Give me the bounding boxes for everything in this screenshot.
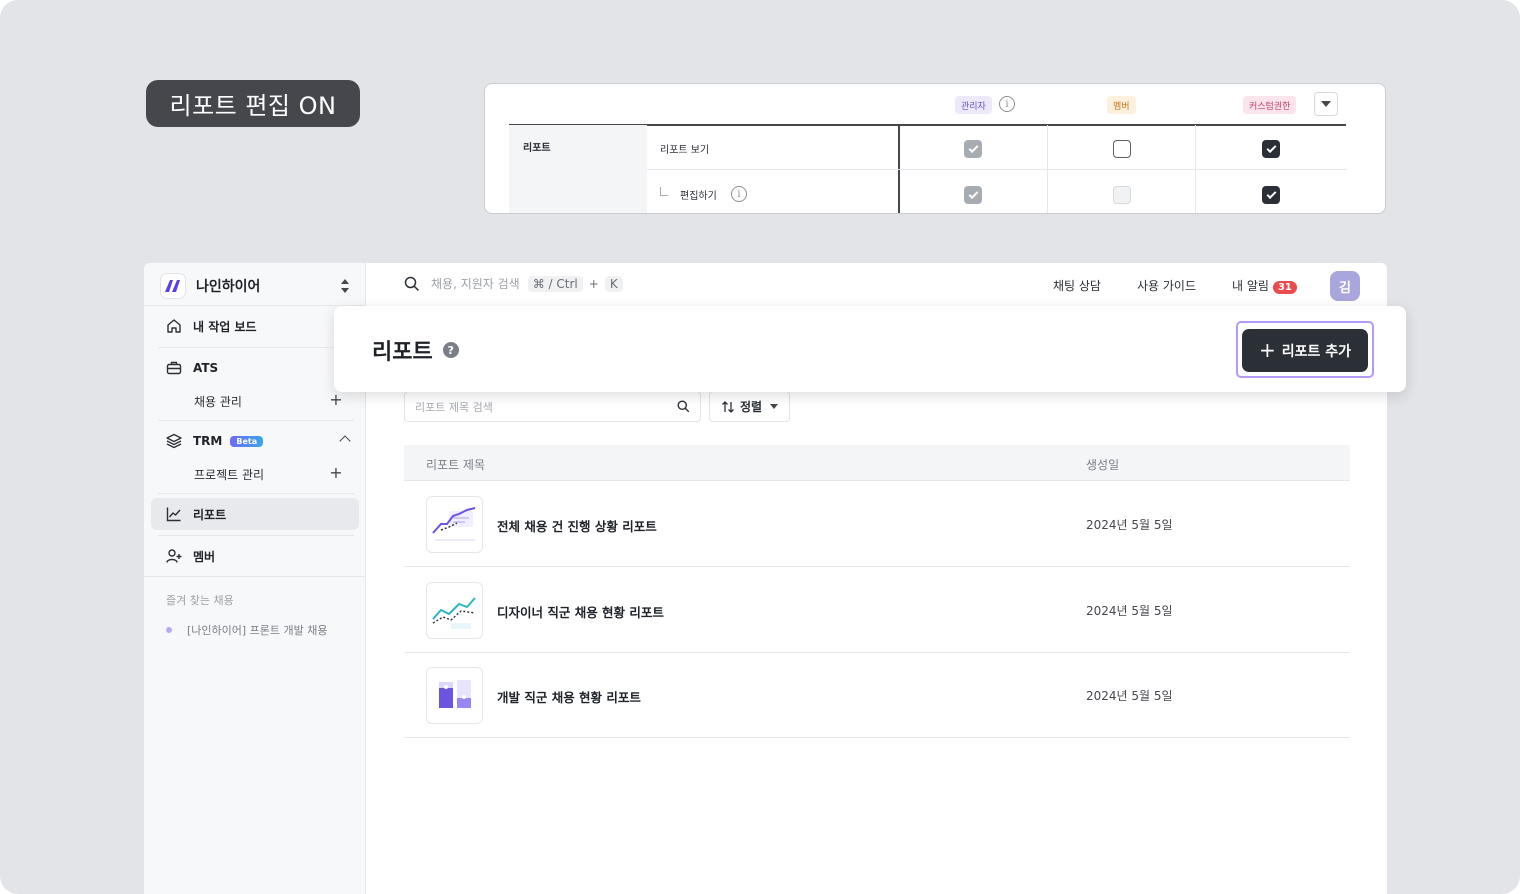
role-admin-chip: 관리자 (955, 96, 992, 114)
check-icon (968, 142, 978, 153)
permission-label: 리포트 보기 (660, 145, 710, 156)
report-title: 개발 직군 채용 현황 리포트 (497, 690, 641, 705)
workspace-name: 나인하이어 (196, 279, 261, 295)
admin-view-checkbox (964, 140, 982, 158)
search-placeholder: 채용, 지원자 검색 (431, 277, 520, 291)
permission-panel: 관리자 i 멤버 커스텀권한 리포트 리포트 보기 편집하기 i (484, 83, 1386, 214)
column-header-date[interactable]: 생성일 (1086, 456, 1119, 473)
report-date: 2024년 5월 5일 (1086, 604, 1173, 618)
layers-icon (165, 432, 183, 450)
sub-indent-icon (660, 187, 668, 196)
member-view-checkbox[interactable] (1113, 140, 1131, 158)
help-icon[interactable]: ? (442, 342, 459, 358)
table-header: 리포트 제목 생성일 (404, 445, 1350, 481)
briefcase-icon (165, 359, 183, 377)
permission-label: 편집하기 (680, 191, 717, 202)
add-recruit-button[interactable]: + (328, 392, 344, 409)
info-icon[interactable]: i (999, 96, 1015, 112)
check-icon (968, 188, 978, 199)
role-member-chip: 멤버 (1107, 96, 1136, 114)
user-guide-link[interactable]: 사용 가이드 (1137, 277, 1196, 294)
search-icon (404, 276, 420, 291)
report-thumbnail (426, 667, 483, 724)
custom-view-checkbox[interactable] (1262, 140, 1280, 158)
favorites-title: 즐겨 찾는 채용 (166, 594, 234, 607)
sidebar-item-ats[interactable]: ATS (151, 352, 359, 384)
search-icon (677, 400, 690, 413)
add-project-button[interactable]: + (328, 465, 344, 482)
check-icon (1266, 142, 1276, 153)
edit-mode-badge: 리포트 편집 ON (146, 80, 360, 127)
top-bar: 채용, 지원자 검색 ⌘ / Ctrl + K 채팅 상담 사용 가이드 내 알… (366, 263, 1387, 307)
report-search-input[interactable]: 리포트 제목 검색 (404, 391, 701, 422)
caret-down-icon (1321, 101, 1331, 107)
table-row[interactable]: 개발 직군 채용 현황 리포트 2024년 5월 5일 (404, 652, 1350, 738)
shortcut-key: K (604, 275, 623, 292)
caret-down-icon (770, 404, 779, 409)
report-date: 2024년 5월 5일 (1086, 518, 1173, 532)
home-icon (165, 317, 183, 335)
add-user-icon (165, 547, 183, 565)
shortcut-key: ⌘ / Ctrl (527, 275, 583, 292)
favorite-item[interactable]: [나인하이어] 프론트 개발 채용 (166, 622, 328, 638)
sidebar: 나인하이어 내 작업 보드 ATS 채용 관리 + TRM Beta 프로젝트 … (144, 263, 366, 894)
global-search[interactable]: 채용, 지원자 검색 ⌘ / Ctrl + K (404, 275, 623, 292)
sidebar-item-recruit[interactable]: 채용 관리 + (194, 389, 344, 413)
sort-button[interactable]: 정렬 (709, 391, 790, 422)
sidebar-item-trm[interactable]: TRM Beta (151, 425, 359, 457)
info-icon[interactable]: i (731, 186, 747, 202)
sidebar-item-project[interactable]: 프로젝트 관리 + (194, 462, 344, 486)
avatar[interactable]: 김 (1330, 271, 1360, 301)
line-chart-icon (165, 505, 183, 523)
table-row[interactable]: 전체 채용 건 진행 상황 리포트 2024년 5월 5일 (404, 481, 1350, 567)
notification-count-badge: 31 (1272, 281, 1297, 294)
brand-logo-icon (160, 273, 186, 299)
page-title: 리포트 ? (372, 334, 459, 366)
chevron-up-icon[interactable] (339, 435, 351, 447)
check-icon (1266, 188, 1276, 199)
permission-header: 관리자 i 멤버 커스텀권한 (485, 84, 1385, 125)
permission-row-edit: 편집하기 (647, 171, 1347, 213)
chat-support-link[interactable]: 채팅 상담 (1053, 277, 1101, 294)
report-thumbnail (426, 582, 483, 639)
sidebar-item-member[interactable]: 멤버 (151, 540, 359, 572)
role-dropdown-button[interactable] (1314, 92, 1338, 116)
plus-icon: + (1258, 337, 1276, 362)
member-edit-checkbox (1113, 186, 1131, 204)
custom-edit-checkbox[interactable] (1262, 186, 1280, 204)
report-date: 2024년 5월 5일 (1086, 689, 1173, 703)
sidebar-item-home[interactable]: 내 작업 보드 (151, 310, 359, 342)
notifications-link[interactable]: 내 알림 31 (1232, 277, 1297, 294)
report-title: 전체 채용 건 진행 상황 리포트 (497, 519, 657, 534)
workspace-switcher[interactable]: 나인하이어 (160, 271, 350, 301)
column-header-title[interactable]: 리포트 제목 (426, 456, 485, 473)
canvas: 리포트 편집 ON 관리자 i 멤버 커스텀권한 리포트 리포트 보기 편집하기… (0, 0, 1520, 894)
table-row[interactable]: 디자이너 직군 채용 현황 리포트 2024년 5월 5일 (404, 567, 1350, 653)
sidebar-item-report[interactable]: 리포트 (151, 498, 359, 530)
report-title: 디자이너 직군 채용 현황 리포트 (497, 605, 664, 620)
sort-icon (721, 400, 734, 413)
dot-icon (166, 627, 172, 633)
role-custom-chip: 커스텀권한 (1243, 96, 1297, 114)
permission-row-view: 리포트 보기 (647, 125, 1347, 170)
add-report-button[interactable]: + 리포트 추가 (1242, 329, 1368, 372)
beta-badge: Beta (230, 435, 264, 447)
report-thumbnail (426, 496, 483, 553)
page-header-card: 리포트 ? + 리포트 추가 (334, 306, 1406, 392)
admin-edit-checkbox (964, 186, 982, 204)
permission-category: 리포트 (509, 125, 647, 213)
expand-collapse-icon (340, 279, 350, 293)
